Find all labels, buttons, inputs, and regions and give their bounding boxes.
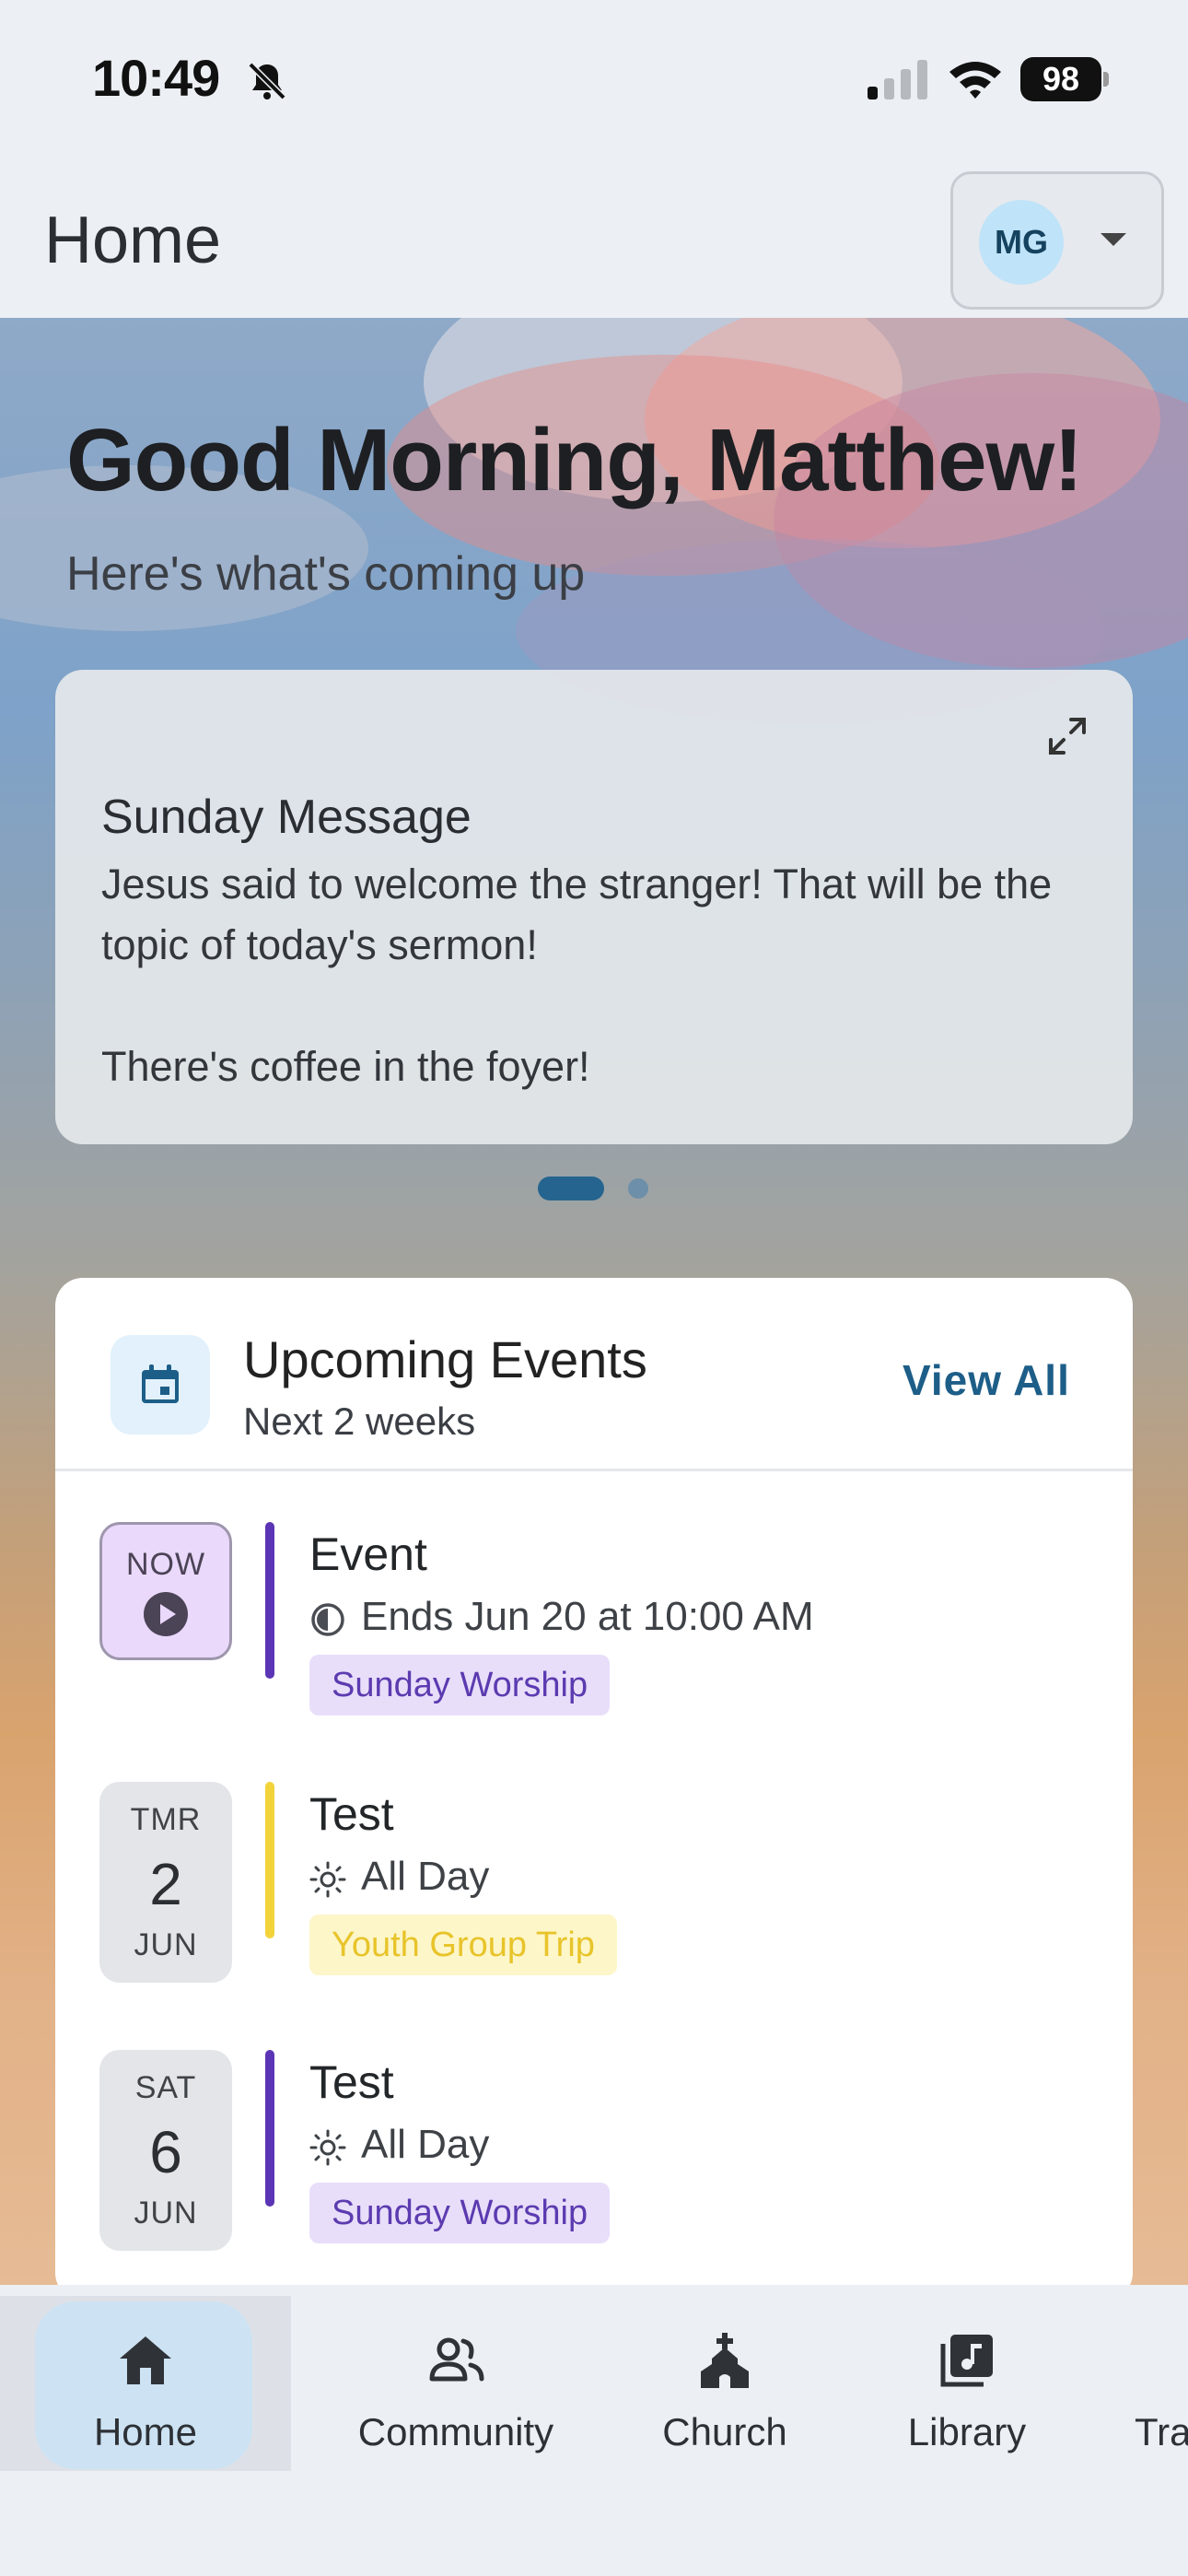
carousel-indicator: [538, 1177, 658, 1200]
event-time-text: All Day: [361, 1854, 490, 1899]
event-name: Test: [309, 2056, 394, 2108]
event-date: SAT 6 JUN: [99, 2050, 232, 2251]
user-menu-button[interactable]: MG: [950, 171, 1164, 310]
event-color-bar: [265, 2050, 274, 2207]
status-bar: 10:49 98: [0, 0, 1188, 157]
announcement-card[interactable]: Sunday Message Jesus said to welcome the…: [55, 670, 1133, 1144]
event-tag: Youth Group Trip: [309, 1914, 617, 1975]
event-time-text: Ends Jun 20 at 10:00 AM: [361, 1594, 814, 1639]
sun-icon: [309, 1861, 346, 1898]
battery-icon: 98: [1020, 57, 1109, 101]
nav-item-truncated[interactable]: Tra: [1135, 2296, 1188, 2471]
carousel-dot[interactable]: [628, 1178, 648, 1199]
event-month: JUN: [134, 1927, 198, 1962]
nav-label: Library: [907, 2410, 1027, 2453]
nav-item-library[interactable]: Library: [884, 2296, 1050, 2471]
announcement-body: Jesus said to welcome the stranger! That…: [101, 861, 1053, 1090]
event-now-badge: NOW: [99, 1522, 232, 1660]
play-icon: [144, 1592, 188, 1636]
nav-label: Church: [662, 2410, 787, 2453]
events-subtitle: Next 2 weeks: [243, 1399, 476, 1443]
event-month: JUN: [134, 2195, 198, 2231]
nav-label: Tra: [1135, 2410, 1188, 2453]
event-row[interactable]: SAT 6 JUN Test All Day Sunday Worship: [55, 2050, 1133, 2271]
wifi-icon: [949, 62, 1001, 99]
home-icon: [120, 2336, 171, 2384]
battery-level: 98: [1020, 57, 1101, 101]
event-time-text: All Day: [361, 2122, 490, 2167]
bell-slash-icon: [248, 62, 286, 100]
now-label: NOW: [125, 1547, 206, 1582]
people-icon: [429, 2337, 484, 2382]
event-row[interactable]: TMR 2 JUN Test All Day Youth Group Trip: [55, 1782, 1133, 2003]
nav-label: Community: [357, 2410, 554, 2453]
event-day: 2: [149, 1851, 182, 1917]
event-day: 6: [149, 2119, 182, 2185]
event-dow: SAT: [134, 2070, 197, 2105]
nav-label: Home: [93, 2410, 198, 2453]
church-icon: [701, 2333, 749, 2388]
event-tag: Sunday Worship: [309, 1655, 611, 1715]
announcement-title: Sunday Message: [101, 790, 472, 844]
nav-item-home[interactable]: Home: [0, 2296, 291, 2471]
nav-item-community[interactable]: Community: [332, 2296, 580, 2471]
calendar-icon: [142, 1364, 179, 1403]
app-header: Home MG: [0, 157, 1188, 318]
half-circle-clock-icon: [311, 1603, 344, 1636]
events-header: Upcoming Events Next 2 weeks View All: [55, 1278, 1133, 1471]
events-title: Upcoming Events: [243, 1330, 647, 1388]
expand-icon[interactable]: [1045, 714, 1089, 758]
event-tag: Sunday Worship: [309, 2183, 611, 2243]
status-time: 10:49: [92, 49, 220, 107]
chevron-down-icon: [1101, 233, 1126, 246]
event-name: Test: [309, 1788, 394, 1840]
event-name: Event: [309, 1528, 427, 1580]
event-color-bar: [265, 1522, 274, 1679]
sun-icon: [309, 2129, 346, 2166]
cellular-signal-icon: [868, 60, 927, 100]
bottom-navigation: Home Community Church Library Tra: [0, 2285, 1188, 2576]
nav-item-church[interactable]: Church: [626, 2296, 823, 2471]
calendar-badge: [111, 1335, 210, 1434]
greeting-heading: Good Morning, Matthew!: [66, 411, 1083, 509]
event-date: TMR 2 JUN: [99, 1782, 232, 1983]
music-library-icon: [940, 2335, 993, 2387]
page-title: Home: [44, 204, 222, 277]
carousel-dot-active[interactable]: [538, 1177, 604, 1200]
view-all-button[interactable]: View All: [903, 1355, 1070, 1405]
greeting-subtitle: Here's what's coming up: [66, 547, 586, 601]
avatar: MG: [979, 200, 1064, 285]
event-row[interactable]: NOW Event Ends Jun 20 at 10:00 AM Sunday…: [55, 1522, 1133, 1743]
event-dow: TMR: [130, 1802, 202, 1837]
event-color-bar: [265, 1782, 274, 1938]
